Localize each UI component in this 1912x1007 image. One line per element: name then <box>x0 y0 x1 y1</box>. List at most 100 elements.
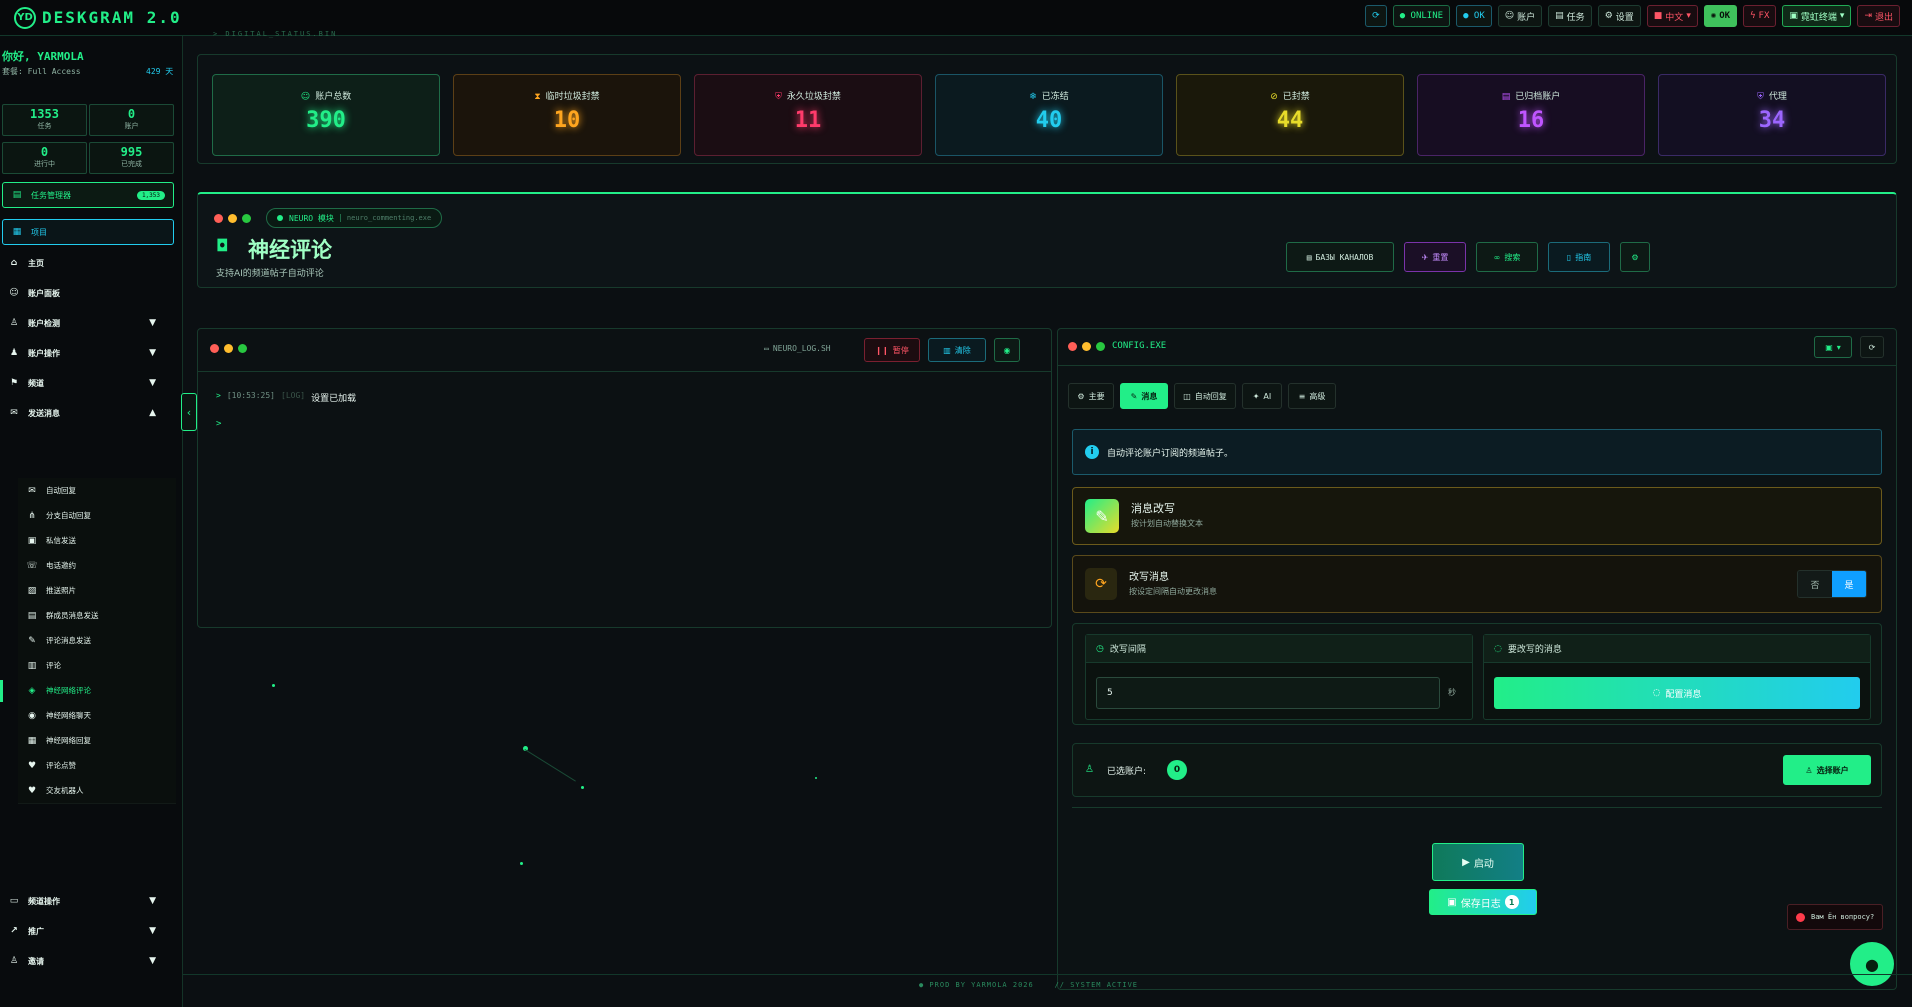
sliders-icon: ≡ <box>1298 391 1306 401</box>
logout-button[interactable]: ⇥ 退出 <box>1857 5 1900 27</box>
heart-icon: ♥ <box>27 760 37 771</box>
tab-3[interactable]: ✦ AI <box>1242 383 1282 409</box>
sidebar-group-2[interactable]: ♙ 邀请 ▼ <box>0 946 178 976</box>
configure-messages-button[interactable]: ◌ 配置消息 <box>1494 677 1860 709</box>
neuro-reply-icon: ▦ <box>27 735 37 746</box>
save-log-button[interactable]: ▣ 保存日志 1 <box>1429 889 1537 915</box>
log-cursor: > <box>216 419 222 429</box>
binoculars-icon: ∞ <box>1493 252 1501 262</box>
reset-button[interactable]: ✈ 重置 <box>1404 242 1466 272</box>
sidebar-item-label: 账户面板 <box>28 288 60 298</box>
toggle-no[interactable]: 否 <box>1798 571 1832 597</box>
rewrite-card: ✎ 消息改写 按计划自动替换文本 <box>1072 487 1882 545</box>
interval-input[interactable]: 5 <box>1096 677 1440 709</box>
config-refresh-button[interactable]: ⟳ <box>1860 336 1884 358</box>
save-icon: ▣ <box>1447 896 1457 908</box>
task-manager-label: 任务管理器 <box>31 190 71 200</box>
channel-bases-button[interactable]: ▤ БАЗЫ КАНАЛОВ <box>1286 242 1394 272</box>
toggle-yes[interactable]: 是 <box>1832 571 1866 597</box>
sidebar-item-1[interactable]: ☺ 账户面板 <box>0 278 178 308</box>
sidebar-subitem-5[interactable]: ▤ 群成员消息发送 <box>18 603 176 629</box>
user-check-icon: ♙ <box>9 318 19 328</box>
sidebar-subitem-2[interactable]: ▣ 私信发送 <box>18 528 176 554</box>
particle-link <box>524 749 576 782</box>
module-settings-button[interactable]: ⚙ <box>1620 242 1650 272</box>
stat-label-text: 已冻结 <box>1041 92 1069 102</box>
tab-0[interactable]: ⚙ 主要 <box>1068 383 1114 409</box>
edit-icon: ✎ <box>1130 391 1138 401</box>
sidebar-subitem-label: 推送照片 <box>46 586 76 595</box>
comment-heart-icon: ◘ <box>216 236 229 255</box>
tab-4[interactable]: ≡ 高级 <box>1288 383 1336 409</box>
stats-panel: ☺ 账户总数 390 ⧗ 临时垃圾封禁 10 ⛨ 永久垃圾封禁 11 ❄ 已冻结 40 ⊘ 已封禁 44 ▤ 已… <box>197 54 1897 164</box>
sidebar-subitem-7[interactable]: ▥ 评论 <box>18 653 176 679</box>
settings-button[interactable]: ⚙ 设置 <box>1597 5 1641 27</box>
calendar-icon: ▦ <box>12 227 22 237</box>
select-accounts-button[interactable]: ♙ 选择账户 <box>1783 755 1871 785</box>
view-toggle-button[interactable]: ◉ <box>994 338 1020 362</box>
stats-caption: > DIGITAL_STATUS.BIN <box>213 30 338 38</box>
sidebar-collapse-button[interactable]: ‹ <box>181 393 197 431</box>
queue-label: 项目 <box>31 227 47 237</box>
brand-name: DESKGRAM 2.0 <box>42 8 182 27</box>
tab-label: 主要 <box>1088 391 1105 401</box>
sidebar-subitem-0[interactable]: ✉ 自动回复 <box>18 478 176 504</box>
change-toggle[interactable]: 否 是 <box>1797 570 1867 598</box>
guide-button[interactable]: ▯ 指南 <box>1548 242 1610 272</box>
sidebar-subitem-11[interactable]: ♥ 评论点赞 <box>18 753 176 779</box>
settings-label: 设置 <box>1615 12 1634 23</box>
stat-card-3: ❄ 已冻结 40 <box>935 74 1163 156</box>
config-file-name: CONFIG.EXE <box>1112 341 1167 351</box>
sidebar-subitem-10[interactable]: ▦ 神经网络回复 <box>18 728 176 754</box>
task-manager-button[interactable]: ▤ 任务管理器 1,353 <box>2 182 174 208</box>
refresh-button[interactable]: ⟳ <box>1365 5 1387 27</box>
ok-badge[interactable]: ✺ OK <box>1703 5 1738 27</box>
sidebar-item-4[interactable]: ⚑ 频道 ▼ <box>0 368 178 398</box>
sidebar-item-0[interactable]: ⌂ 主页 <box>0 248 178 278</box>
edit-icon: ✎ <box>1085 499 1119 533</box>
support-widget-tooltip[interactable]: Вам Ён вопросу? <box>1787 904 1884 930</box>
channel-bases-label: БАЗЫ КАНАЛОВ <box>1315 252 1374 262</box>
theme-select[interactable]: ▣ 霓虹终端 ▾ <box>1782 5 1852 27</box>
sidebar-item-5[interactable]: ✉ 发送消息 ▲ <box>0 398 178 428</box>
sidebar-subitem-9[interactable]: ◉ 神经网络聊天 <box>18 703 176 729</box>
clear-button[interactable]: ▥ 清除 <box>928 338 986 362</box>
chat-icon: ◌ <box>1494 643 1502 654</box>
search-label: 搜索 <box>1504 252 1521 262</box>
sidebar-subitem-6[interactable]: ✎ 评论消息发送 <box>18 628 176 654</box>
change-desc: 按设定间隔自动更改消息 <box>1129 587 1217 596</box>
tab-1[interactable]: ✎ 消息 <box>1120 383 1168 409</box>
window-dots <box>210 344 247 353</box>
sync-icon: ⟳ <box>1085 568 1117 600</box>
sidebar-subitem-4[interactable]: ▨ 推送照片 <box>18 578 176 604</box>
sidebar-group-0[interactable]: ▭ 频道操作 ▼ <box>0 886 178 916</box>
sidebar-subitem-8[interactable]: ◈ 神经网络评论 <box>0 678 176 704</box>
tasks-button[interactable]: ▤ 任务 <box>1548 5 1592 27</box>
chat-launcher-button[interactable]: ● <box>1850 942 1894 986</box>
language-select[interactable]: ■ 中文 ▾ <box>1646 5 1698 27</box>
tab-2[interactable]: ◫ 自动回复 <box>1174 383 1236 409</box>
rewrite-settings-box: ◷ 改写间隔 5 秒 ◌ 要改写的消息 ◌ 配置消息 <box>1072 623 1882 725</box>
sidebar-item-2[interactable]: ♙ 账户检测 ▼ <box>0 308 178 338</box>
sidebar-group-1[interactable]: ↗ 推广 ▼ <box>0 916 178 946</box>
sidebar-subitem-12[interactable]: ♥ 交友机器人 <box>18 778 176 804</box>
pause-button[interactable]: ❙❙ 暂停 <box>864 338 920 362</box>
accounts-button[interactable]: ☺ 账户 <box>1497 5 1543 27</box>
note-icon: ▥ <box>27 660 37 671</box>
fx-toggle[interactable]: ϟ FX <box>1743 5 1777 27</box>
sidebar-subitem-3[interactable]: ☏ 电话邀约 <box>18 553 176 579</box>
shield-icon: ⛨ <box>1757 92 1764 102</box>
sidebar-subitem-label: 电话邀约 <box>46 561 76 570</box>
stat-card-4: ⊘ 已封禁 44 <box>1176 74 1404 156</box>
sidebar-subitem-1[interactable]: ⋔ 分支自动回复 <box>18 503 176 529</box>
pause-label: 暂停 <box>892 345 909 355</box>
config-save-dropdown[interactable]: ▣ ▾ <box>1814 336 1852 358</box>
brand[interactable]: YD DESKGRAM 2.0 <box>14 6 182 29</box>
search-button[interactable]: ∞ 搜索 <box>1476 242 1538 272</box>
queue-button[interactable]: ▦ 项目 <box>2 219 174 245</box>
refresh-icon: ⟳ <box>1868 342 1876 352</box>
sidebar-item-3[interactable]: ♟ 账户操作 ▼ <box>0 338 178 368</box>
start-button[interactable]: ▶ 启动 <box>1432 843 1524 881</box>
sidebar-item-label: 主页 <box>28 258 44 268</box>
guide-label: 指南 <box>1575 252 1592 262</box>
